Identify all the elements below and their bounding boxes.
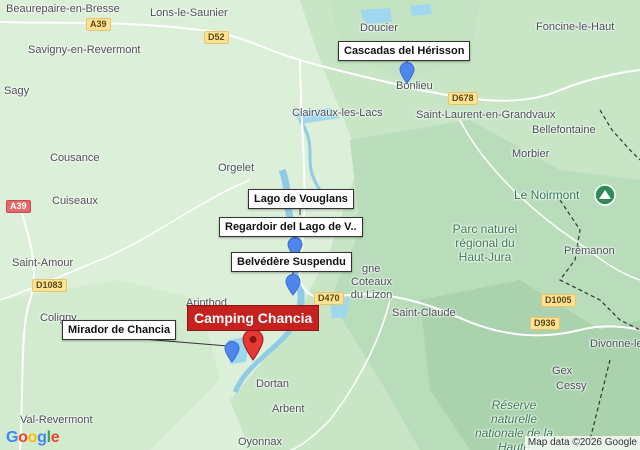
place-premanon: Prémanon — [564, 245, 615, 257]
place-foncine: Foncine-le-Haut — [536, 21, 615, 33]
place-orgelet: Orgelet — [218, 162, 255, 174]
park-haut-jura: Parc naturel régional du Haut-Jura — [452, 222, 518, 264]
place-beaurepaire: Beaurepaire-en-Bresse — [6, 3, 120, 15]
place-val-revermont: Val-Revermont — [20, 414, 93, 426]
place-gex: Gex — [552, 365, 573, 377]
place-le-noirmont: Le Noirmont — [514, 188, 580, 202]
callout-regardoir[interactable]: Regardoir del Lago de V.. — [219, 217, 363, 237]
place-clairvaux: Clairvaux-les-Lacs — [292, 107, 383, 119]
road-shield-d1005: D1005 — [541, 294, 576, 307]
callout-lago-de-vouglans[interactable]: Lago de Vouglans — [248, 189, 354, 209]
road-shield-a39-top: A39 — [86, 18, 111, 31]
callout-cascadas[interactable]: Cascadas del Hérisson — [338, 41, 471, 61]
place-oyonnax: Oyonnax — [238, 436, 283, 448]
road-shield-d52: D52 — [204, 31, 229, 44]
place-bellefontaine: Bellefontaine — [532, 124, 596, 136]
mountain-icon[interactable] — [594, 184, 616, 206]
place-divonne: Divonne-les-Ba — [590, 338, 640, 350]
place-morbier: Morbier — [512, 148, 550, 160]
callout-belvedere[interactable]: Belvédère Suspendu — [231, 252, 352, 272]
place-coteaux: Coteaux du Lizon — [350, 276, 393, 301]
place-saint-laurent: Saint-Laurent-en-Grandvaux — [416, 109, 556, 121]
place-lons-le-saunier: Lons-le-Saunier — [150, 7, 228, 19]
road-shield-d936: D936 — [530, 317, 560, 330]
location-pin-icon[interactable] — [399, 62, 415, 84]
camping-pin-icon[interactable] — [242, 329, 264, 361]
place-cuiseaux: Cuiseaux — [52, 195, 98, 207]
road-shield-a39-left: A39 — [6, 200, 31, 213]
road-shield-d678: D678 — [448, 92, 478, 105]
place-arbent: Arbent — [272, 403, 305, 415]
map-attribution[interactable]: Map data ©2026 Google — [524, 436, 640, 450]
location-pin-icon[interactable] — [285, 274, 301, 296]
map-canvas[interactable]: Beaurepaire-en-Bresse Lons-le-Saunier Do… — [0, 0, 640, 450]
road-shield-d1083: D1083 — [32, 279, 67, 292]
place-cessy: Cessy — [556, 380, 587, 392]
callout-camping-chancia[interactable]: Camping Chancia — [187, 305, 320, 331]
place-moirans: gne — [362, 263, 381, 275]
place-dortan: Dortan — [256, 378, 290, 390]
place-saint-amour: Saint-Amour — [12, 257, 74, 269]
google-logo: Google — [6, 429, 60, 446]
place-doucier: Doucier — [360, 22, 398, 34]
place-sagy: Sagy — [4, 85, 30, 97]
place-saint-claude: Saint-Claude — [392, 307, 456, 319]
location-pin-icon[interactable] — [224, 341, 240, 363]
callout-mirador[interactable]: Mirador de Chancia — [62, 320, 177, 340]
place-cousance: Cousance — [50, 152, 100, 164]
place-savigny: Savigny-en-Revermont — [28, 44, 141, 56]
road-shield-d470: D470 — [314, 292, 344, 305]
